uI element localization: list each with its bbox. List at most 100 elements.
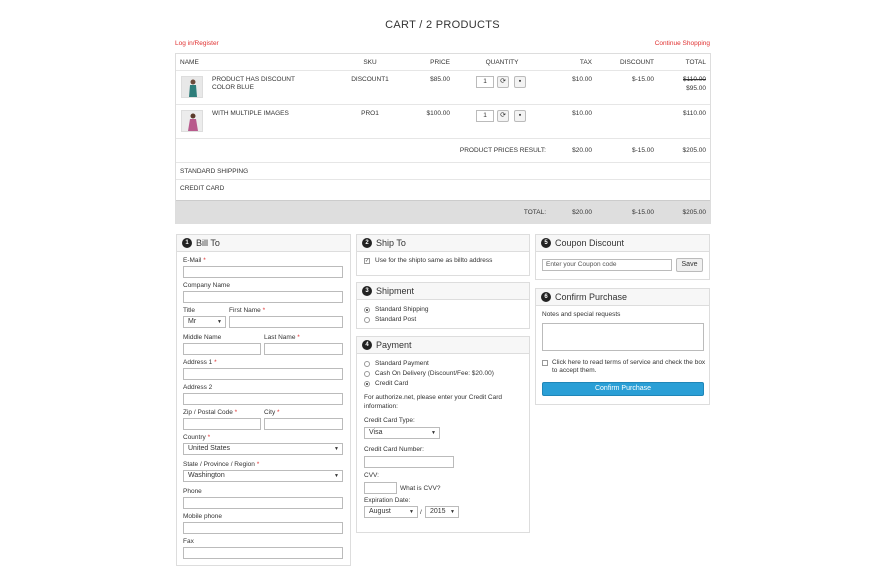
- payment-option-label: Cash On Delivery (Discount/Fee: $20.00): [375, 370, 494, 377]
- notes-label: Notes and special requests: [542, 311, 621, 318]
- payment-info-text: information:: [364, 403, 398, 410]
- card-number-label: Credit Card Number:: [364, 446, 424, 453]
- fax-field[interactable]: [183, 547, 343, 559]
- product-variant: COLOR BLUE: [212, 84, 254, 91]
- header-price: PRICE: [430, 59, 450, 66]
- mobile-label: Mobile phone: [183, 513, 223, 520]
- phone-field[interactable]: [183, 497, 343, 509]
- last-name-label: Last Name *: [264, 334, 300, 341]
- confirm-title: Confirm Purchase: [555, 292, 628, 302]
- trash-icon[interactable]: ▪: [514, 76, 526, 88]
- grand-tax: $20.00: [572, 209, 592, 216]
- header-discount: DISCOUNT: [620, 59, 654, 66]
- email-field[interactable]: [183, 266, 343, 278]
- zip-field[interactable]: [183, 418, 261, 430]
- expiration-label: Expiration Date:: [364, 497, 411, 504]
- coupon-title: Coupon Discount: [555, 238, 625, 248]
- payment-option-radio[interactable]: [364, 381, 370, 387]
- login-register-link[interactable]: Log in/Register: [175, 40, 219, 47]
- step-number: 3: [362, 286, 372, 296]
- product-sku: PRO1: [361, 110, 379, 117]
- payment-option-radio[interactable]: [364, 371, 370, 377]
- last-name-field[interactable]: [264, 343, 343, 355]
- prices-result-label: PRODUCT PRICES RESULT:: [459, 147, 546, 154]
- date-separator: /: [420, 509, 422, 516]
- mobile-field[interactable]: [183, 522, 343, 534]
- product-total: $95.00: [686, 85, 706, 92]
- product-total-old: $110.00: [682, 76, 706, 83]
- product-sku: DISCOUNT1: [351, 76, 389, 83]
- step-number: 2: [362, 238, 372, 248]
- product-total: $110.00: [682, 110, 706, 117]
- continue-shopping-link[interactable]: Continue Shopping: [655, 40, 710, 47]
- expiration-year-select[interactable]: 2015 ▼: [425, 506, 459, 518]
- grand-total-label: TOTAL:: [523, 209, 546, 216]
- expiration-month-select[interactable]: August ▼: [364, 506, 418, 518]
- header-tax: TAX: [579, 59, 592, 66]
- bill-to-header: 1 Bill To: [177, 235, 350, 252]
- card-number-field[interactable]: [364, 456, 454, 468]
- zip-label: Zip / Postal Code *: [183, 409, 238, 416]
- state-select[interactable]: Washington ▼: [183, 470, 343, 482]
- terms-link-continued[interactable]: to accept them.: [552, 367, 596, 374]
- bill-to-panel: 1 Bill To E-Mail * Company Name Title Fi…: [176, 234, 351, 566]
- product-name[interactable]: WITH MULTIPLE IMAGES: [212, 110, 289, 117]
- ship-to-header: 2 Ship To: [357, 235, 529, 252]
- terms-checkbox[interactable]: [542, 360, 548, 366]
- title-select[interactable]: Mr ▼: [183, 316, 226, 328]
- coupon-panel: 5 Coupon Discount Enter your Coupon code…: [535, 234, 710, 280]
- same-address-checkbox[interactable]: ✓: [364, 258, 370, 264]
- quantity-input[interactable]: 1: [476, 110, 494, 122]
- shipping-option-radio[interactable]: [364, 307, 370, 313]
- first-name-label: First Name *: [229, 307, 266, 314]
- payment-option-radio[interactable]: [364, 361, 370, 367]
- company-field[interactable]: [183, 291, 343, 303]
- trash-icon[interactable]: ▪: [514, 110, 526, 122]
- middle-name-field[interactable]: [183, 343, 261, 355]
- coupon-input[interactable]: Enter your Coupon code: [542, 259, 672, 271]
- payment-info-text: For authorize.net, please enter your Cre…: [364, 394, 503, 401]
- country-select[interactable]: United States ▼: [183, 443, 343, 455]
- terms-link[interactable]: Click here to read terms of service and …: [552, 359, 705, 366]
- coupon-save-button[interactable]: Save: [676, 258, 703, 272]
- step-number: 1: [182, 238, 192, 248]
- payment-option-label: Standard Payment: [375, 360, 429, 367]
- shipping-option-radio[interactable]: [364, 317, 370, 323]
- shipping-row: STANDARD SHIPPING: [176, 163, 710, 180]
- quantity-input[interactable]: 1: [476, 76, 494, 88]
- ship-to-title: Ship To: [376, 238, 406, 248]
- refresh-icon[interactable]: ⟳: [497, 110, 509, 122]
- confirm-panel: 6 Confirm Purchase Notes and special req…: [535, 288, 710, 405]
- address2-label: Address 2: [183, 384, 213, 391]
- coupon-header: 5 Coupon Discount: [536, 235, 709, 252]
- email-label: E-Mail *: [183, 257, 206, 264]
- address1-field[interactable]: [183, 368, 343, 380]
- confirm-purchase-button[interactable]: Confirm Purchase: [542, 382, 704, 396]
- refresh-icon[interactable]: ⟳: [497, 76, 509, 88]
- cvv-help-link[interactable]: What is CVV?: [400, 485, 440, 492]
- product-tax: $10.00: [572, 76, 592, 83]
- title-label: Title: [183, 307, 196, 314]
- payment-header: 4 Payment: [357, 337, 529, 354]
- city-field[interactable]: [264, 418, 343, 430]
- notes-textarea[interactable]: [542, 323, 704, 351]
- cvv-field[interactable]: [364, 482, 397, 494]
- header-sku: SKU: [363, 59, 377, 66]
- table-row: WITH MULTIPLE IMAGES PRO1 $100.00 1 ⟳ ▪ …: [176, 105, 710, 139]
- chevron-down-icon: ▼: [431, 430, 436, 436]
- cart-header-row: NAME SKU PRICE QUANTITY TAX DISCOUNT TOT…: [176, 54, 710, 71]
- card-type-select[interactable]: Visa ▼: [364, 427, 440, 439]
- prices-result-row: PRODUCT PRICES RESULT: $20.00 $-15.00 $2…: [176, 139, 710, 163]
- address1-label: Address 1 *: [183, 359, 217, 366]
- shipment-panel: 3 Shipment Standard Shipping Standard Po…: [356, 282, 530, 329]
- chevron-down-icon: ▼: [334, 446, 339, 452]
- header-name: NAME: [180, 59, 199, 66]
- chevron-down-icon: ▼: [450, 509, 455, 515]
- product-name[interactable]: PRODUCT HAS DISCOUNT: [212, 76, 295, 83]
- first-name-field[interactable]: [229, 316, 343, 328]
- grand-discount: $-15.00: [631, 209, 654, 216]
- address2-field[interactable]: [183, 393, 343, 405]
- product-thumbnail[interactable]: [181, 76, 203, 98]
- product-thumbnail[interactable]: [181, 110, 203, 132]
- product-discount: $-15.00: [631, 76, 654, 83]
